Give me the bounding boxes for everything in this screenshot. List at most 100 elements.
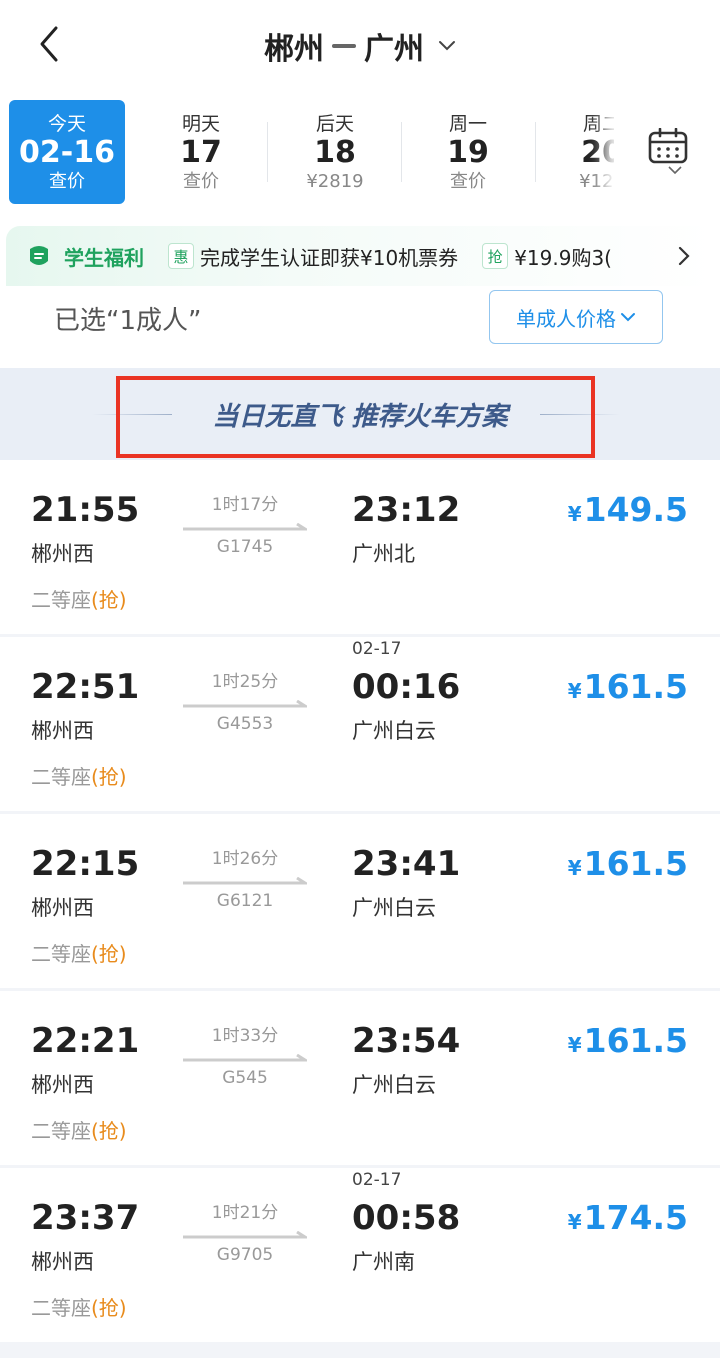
promo-tag: 惠 (168, 243, 194, 269)
date-price: 查价 (450, 171, 486, 192)
seat-type: 二等座(抢) (31, 1115, 127, 1144)
calendar-button[interactable] (614, 92, 720, 214)
trip-duration: 1时26分 (211, 849, 279, 869)
train-number: G4553 (216, 714, 274, 734)
chevron-down-icon (621, 313, 635, 322)
header: 郴州 广州 (0, 0, 720, 92)
ticket-price: ¥161.5 (568, 844, 688, 883)
route-title[interactable]: 郴州 广州 (0, 24, 720, 68)
ticket-price: ¥161.5 (568, 667, 688, 706)
promo-text: 完成学生认证即获¥10机票券 (200, 245, 459, 270)
arrival-station: 广州白云 (352, 719, 436, 743)
price-value: 161.5 (583, 844, 688, 883)
date-day: 17 (180, 135, 222, 170)
currency-symbol: ¥ (567, 679, 582, 703)
departure-time: 22:15 (31, 844, 140, 884)
date-day: 18 (314, 135, 356, 170)
date-day: 19 (447, 135, 489, 170)
trip-duration: 1时33分 (211, 1026, 279, 1046)
arrow-right-icon (183, 1231, 307, 1239)
student-promo-banner[interactable]: 学生福利 惠 完成学生认证即获¥10机票券 抢 ¥19.9购3( (6, 226, 714, 286)
student-promo-section: 学生福利 惠 完成学生认证即获¥10机票券 抢 ¥19.9购3( 已选“1成人”… (0, 214, 720, 368)
departure-time: 21:55 (31, 490, 140, 530)
price-value: 149.5 (583, 490, 688, 529)
ticket-price: ¥174.5 (568, 1198, 688, 1237)
date-weekday: 后天 (315, 113, 354, 135)
arrival-time: 23:12 (352, 490, 461, 530)
price-value: 161.5 (583, 1021, 688, 1060)
arrival-date: 02-17 (352, 1170, 402, 1190)
date-weekday: 周一 (448, 113, 487, 135)
train-number: G1745 (216, 537, 274, 557)
trip-duration: 1时17分 (211, 495, 279, 515)
student-badge-icon (30, 246, 48, 265)
promo-title: 学生福利 (64, 245, 144, 270)
arrival-time: 00:16 (352, 667, 461, 707)
arrow-right-icon (183, 1054, 307, 1062)
date-day: 02-16 (19, 135, 115, 170)
arrival-station: 广州白云 (352, 1073, 436, 1097)
arrival-station: 广州北 (352, 542, 415, 566)
price-value: 174.5 (583, 1198, 688, 1237)
departure-station: 郴州西 (31, 1250, 94, 1274)
date-item-monday[interactable]: 周一 19 查价 (401, 100, 535, 204)
departure-time: 23:37 (31, 1198, 140, 1238)
arrow-right-icon (183, 877, 307, 885)
arrival-time: 23:41 (352, 844, 461, 884)
currency-symbol: ¥ (567, 856, 582, 880)
date-selector: 今天 02-16 查价 明天 17 查价 后天 18 ¥2819 周一 19 查… (0, 92, 720, 214)
departure-station: 郴州西 (31, 542, 94, 566)
arrival-time: 23:54 (352, 1021, 461, 1061)
route-arrow-icon (332, 44, 356, 48)
arrival-date: 02-17 (352, 639, 402, 659)
date-price: 查价 (183, 171, 219, 192)
seat-label: 二等座 (31, 1296, 91, 1320)
train-card[interactable]: 21:55 郴州西 二等座(抢) 1时17分 G1745 23:12 广州北 ¥… (0, 460, 720, 634)
ticket-price: ¥149.5 (568, 490, 688, 529)
calendar-icon (648, 128, 688, 164)
train-number: G545 (222, 1068, 268, 1088)
arrival-time: 00:58 (352, 1198, 461, 1238)
highlight-annotation (116, 376, 595, 458)
train-number: G9705 (216, 1245, 274, 1265)
seat-grab-tag: (抢) (91, 1296, 127, 1320)
departure-station: 郴州西 (31, 896, 94, 920)
departure-station: 郴州西 (31, 1073, 94, 1097)
date-item-today[interactable]: 今天 02-16 查价 (9, 100, 125, 204)
arrow-right-icon (183, 700, 307, 708)
train-card[interactable]: 22:15 郴州西 二等座(抢) 1时26分 G6121 23:41 广州白云 … (0, 814, 720, 988)
promo-tag: 抢 (482, 243, 509, 269)
chevron-down-icon (439, 41, 455, 51)
departure-station: 郴州西 (31, 719, 94, 743)
price-type-label: 单成人价格 (516, 306, 616, 331)
seat-grab-tag: (抢) (91, 588, 127, 612)
price-value: 161.5 (583, 667, 688, 706)
to-city: 广州 (364, 32, 424, 67)
train-card[interactable]: 22:21 郴州西 二等座(抢) 1时33分 G545 23:54 广州白云 ¥… (0, 991, 720, 1165)
chevron-right-icon (678, 246, 690, 266)
seat-grab-tag: (抢) (91, 942, 127, 966)
recommend-banner: 当日无直飞 推荐火车方案 (0, 368, 720, 460)
departure-time: 22:21 (31, 1021, 140, 1061)
from-city: 郴州 (264, 32, 324, 67)
train-card[interactable]: 23:37 郴州西 二等座(抢) 1时21分 G9705 02-17 00:58… (0, 1168, 720, 1342)
chevron-down-icon (668, 166, 682, 175)
seat-label: 二等座 (31, 1119, 91, 1143)
seat-grab-tag: (抢) (91, 765, 127, 789)
date-weekday: 今天 (47, 113, 86, 135)
price-type-selector[interactable]: 单成人价格 (489, 290, 663, 344)
seat-label: 二等座 (31, 588, 91, 612)
promo-text: ¥19.9购3( (514, 245, 612, 270)
seat-type: 二等座(抢) (31, 1292, 127, 1321)
currency-symbol: ¥ (567, 1033, 582, 1057)
seat-label: 二等座 (31, 765, 91, 789)
date-item-day-after[interactable]: 后天 18 ¥2819 (268, 100, 402, 204)
seat-grab-tag: (抢) (91, 1119, 127, 1143)
train-card[interactable]: 22:51 郴州西 二等座(抢) 1时25分 G4553 02-17 00:16… (0, 637, 720, 811)
date-price: ¥2819 (306, 171, 364, 192)
date-weekday: 明天 (181, 113, 220, 135)
date-item-tomorrow[interactable]: 明天 17 查价 (134, 100, 268, 204)
ticket-price: ¥161.5 (568, 1021, 688, 1060)
currency-symbol: ¥ (567, 1210, 582, 1234)
arrow-right-icon (183, 523, 307, 531)
